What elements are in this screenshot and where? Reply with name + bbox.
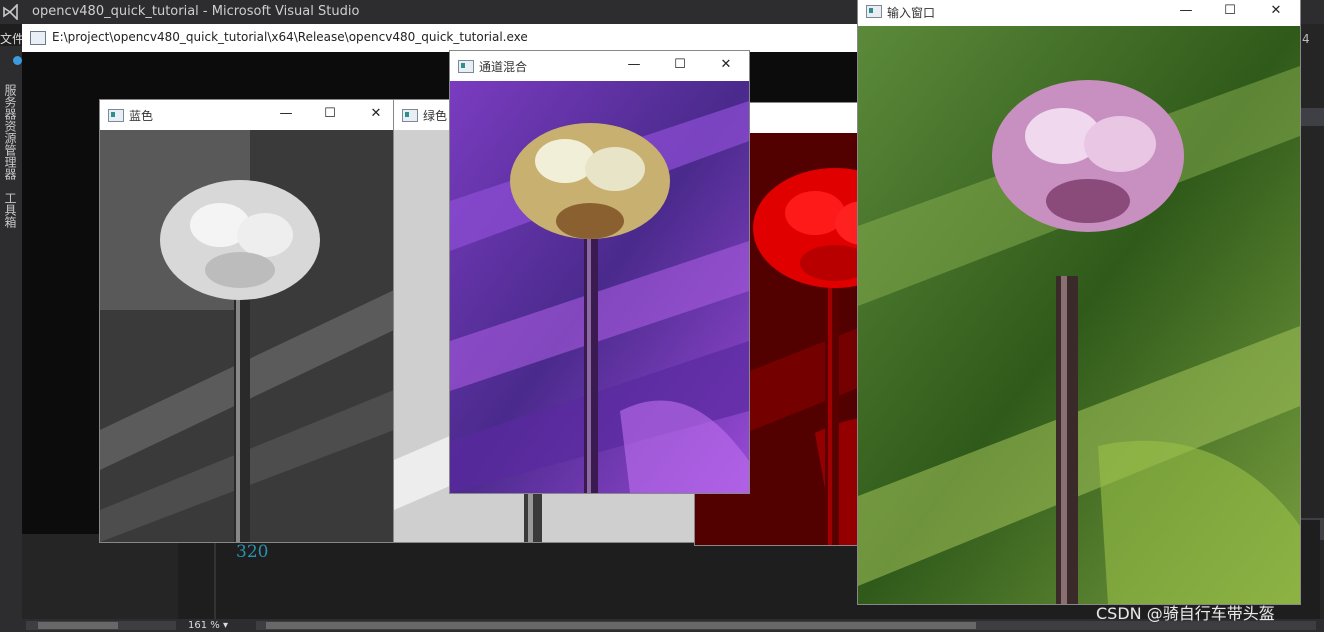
window-blue-channel: 蓝色 — ☐ ✕ bbox=[100, 100, 394, 542]
blue-channel-image bbox=[100, 130, 394, 542]
window-merge-title: 通道混合 bbox=[479, 60, 528, 74]
window-input-titlebar[interactable]: 输入窗口 — ☐ ✕ bbox=[858, 0, 1300, 26]
window-app-icon bbox=[108, 109, 124, 122]
window-input-title: 输入窗口 bbox=[887, 6, 936, 20]
zoom-value: 161 % bbox=[188, 620, 220, 631]
line-number: 320 bbox=[236, 542, 269, 562]
console-titlebar[interactable]: E:\project\opencv480_quick_tutorial\x64\… bbox=[22, 24, 860, 52]
minimize-button[interactable]: — bbox=[626, 57, 642, 73]
window-blue-title: 蓝色 bbox=[129, 109, 154, 123]
close-button[interactable]: ✕ bbox=[718, 57, 734, 73]
left-pane-scrollbar[interactable] bbox=[26, 621, 176, 630]
console-app-icon bbox=[30, 31, 46, 45]
minimize-button[interactable]: — bbox=[1178, 3, 1194, 19]
vs-window-title: opencv480_quick_tutorial - Microsoft Vis… bbox=[32, 4, 360, 19]
window-merge-titlebar[interactable]: 通道混合 — ☐ ✕ bbox=[450, 51, 749, 81]
vs-right-panel-header bbox=[1300, 108, 1324, 126]
close-button[interactable]: ✕ bbox=[368, 106, 384, 122]
close-button[interactable]: ✕ bbox=[1268, 3, 1284, 19]
window-channel-merge: 通道混合 — ☐ ✕ bbox=[450, 51, 749, 493]
input-image bbox=[858, 26, 1300, 604]
solution-pane bbox=[22, 530, 178, 622]
zoom-dropdown[interactable]: 161 % ▾ bbox=[188, 620, 228, 631]
maximize-button[interactable]: ☐ bbox=[672, 57, 688, 73]
maximize-button[interactable]: ☐ bbox=[1222, 3, 1238, 19]
live-share-icon[interactable] bbox=[13, 56, 22, 65]
window-green-title: 绿色 bbox=[423, 109, 448, 123]
console-title: E:\project\opencv480_quick_tutorial\x64\… bbox=[52, 30, 528, 44]
visual-studio-logo-icon bbox=[2, 3, 20, 21]
window-app-icon bbox=[402, 109, 418, 122]
maximize-button[interactable]: ☐ bbox=[322, 106, 338, 122]
merged-image bbox=[450, 81, 749, 493]
sidebar-tab-toolbox[interactable]: 工具箱 bbox=[2, 192, 19, 228]
window-input: 输入窗口 — ☐ ✕ bbox=[858, 0, 1300, 604]
window-blue-titlebar[interactable]: 蓝色 — ☐ ✕ bbox=[100, 100, 394, 130]
window-app-icon bbox=[458, 60, 474, 73]
menu-file[interactable]: 文件 bbox=[0, 30, 24, 47]
csdn-watermark: CSDN @骑自行车带头盔 bbox=[1096, 604, 1275, 623]
minimize-button[interactable]: — bbox=[278, 106, 294, 122]
window-app-icon bbox=[866, 5, 882, 18]
sidebar-tab-server-explorer[interactable]: 服务器资源管理器 bbox=[2, 84, 19, 180]
vs-right-partial-text: 4 bbox=[1302, 32, 1310, 46]
